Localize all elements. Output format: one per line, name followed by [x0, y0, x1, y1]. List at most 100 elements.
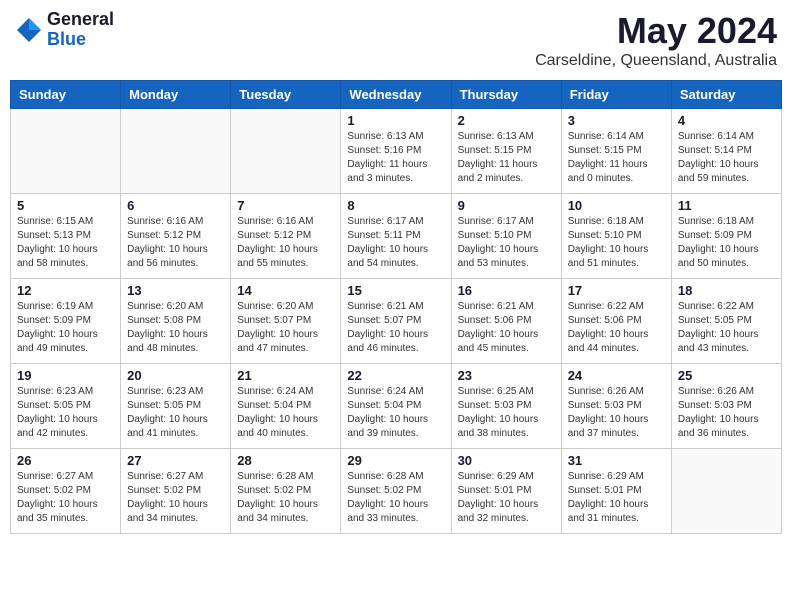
day-info: Sunrise: 6:13 AM Sunset: 5:15 PM Dayligh… — [458, 130, 555, 186]
day-header-thursday: Thursday — [451, 81, 561, 109]
week-row-0: 1 Sunrise: 6:13 AM Sunset: 5:16 PM Daylig… — [11, 109, 782, 194]
day-cell: 15 Sunrise: 6:21 AM Sunset: 5:07 PM Dayli… — [341, 279, 451, 364]
day-info: Sunrise: 6:28 AM Sunset: 5:02 PM Dayligh… — [347, 470, 444, 526]
day-info: Sunrise: 6:19 AM Sunset: 5:09 PM Dayligh… — [17, 300, 114, 356]
day-cell — [121, 109, 231, 194]
day-number: 16 — [458, 283, 555, 298]
day-cell — [11, 109, 121, 194]
day-info: Sunrise: 6:22 AM Sunset: 5:06 PM Dayligh… — [568, 300, 665, 356]
day-number: 11 — [678, 198, 775, 213]
logo-text: General Blue — [47, 10, 114, 50]
day-cell: 14 Sunrise: 6:20 AM Sunset: 5:07 PM Dayli… — [231, 279, 341, 364]
day-cell: 11 Sunrise: 6:18 AM Sunset: 5:09 PM Dayli… — [671, 194, 781, 279]
day-info: Sunrise: 6:26 AM Sunset: 5:03 PM Dayligh… — [678, 385, 775, 441]
day-cell: 20 Sunrise: 6:23 AM Sunset: 5:05 PM Dayli… — [121, 364, 231, 449]
logo-general: General — [47, 10, 114, 30]
day-number: 25 — [678, 368, 775, 383]
day-info: Sunrise: 6:20 AM Sunset: 5:07 PM Dayligh… — [237, 300, 334, 356]
day-info: Sunrise: 6:22 AM Sunset: 5:05 PM Dayligh… — [678, 300, 775, 356]
day-number: 29 — [347, 453, 444, 468]
day-info: Sunrise: 6:14 AM Sunset: 5:15 PM Dayligh… — [568, 130, 665, 186]
day-cell: 17 Sunrise: 6:22 AM Sunset: 5:06 PM Dayli… — [561, 279, 671, 364]
day-number: 20 — [127, 368, 224, 383]
day-info: Sunrise: 6:24 AM Sunset: 5:04 PM Dayligh… — [347, 385, 444, 441]
day-number: 26 — [17, 453, 114, 468]
day-cell: 5Sunrise: 6:15 AM Sunset: 5:13 PM Daylig… — [11, 194, 121, 279]
day-number: 6 — [127, 198, 224, 213]
day-number: 19 — [17, 368, 114, 383]
day-header-monday: Monday — [121, 81, 231, 109]
day-number: 28 — [237, 453, 334, 468]
day-info: Sunrise: 6:29 AM Sunset: 5:01 PM Dayligh… — [458, 470, 555, 526]
day-cell: 7Sunrise: 6:16 AM Sunset: 5:12 PM Daylig… — [231, 194, 341, 279]
day-number: 14 — [237, 283, 334, 298]
day-info: Sunrise: 6:21 AM Sunset: 5:07 PM Dayligh… — [347, 300, 444, 356]
day-info: Sunrise: 6:16 AM Sunset: 5:12 PM Dayligh… — [127, 215, 224, 271]
day-cell: 10Sunrise: 6:18 AM Sunset: 5:10 PM Dayli… — [561, 194, 671, 279]
day-info: Sunrise: 6:28 AM Sunset: 5:02 PM Dayligh… — [237, 470, 334, 526]
day-cell: 26 Sunrise: 6:27 AM Sunset: 5:02 PM Dayli… — [11, 449, 121, 534]
day-number: 12 — [17, 283, 114, 298]
day-number: 8 — [347, 198, 444, 213]
day-info: Sunrise: 6:29 AM Sunset: 5:01 PM Dayligh… — [568, 470, 665, 526]
day-cell: 19 Sunrise: 6:23 AM Sunset: 5:05 PM Dayli… — [11, 364, 121, 449]
day-number: 10 — [568, 198, 665, 213]
calendar-header: SundayMondayTuesdayWednesdayThursdayFrid… — [11, 81, 782, 109]
day-number: 4 — [678, 113, 775, 128]
day-cell: 30Sunrise: 6:29 AM Sunset: 5:01 PM Dayli… — [451, 449, 561, 534]
day-number: 27 — [127, 453, 224, 468]
title-block: May 2024 Carseldine, Queensland, Austral… — [535, 10, 777, 70]
logo-icon — [15, 16, 43, 44]
day-number: 3 — [568, 113, 665, 128]
day-cell: 28 Sunrise: 6:28 AM Sunset: 5:02 PM Dayli… — [231, 449, 341, 534]
day-info: Sunrise: 6:20 AM Sunset: 5:08 PM Dayligh… — [127, 300, 224, 356]
day-cell: 4 Sunrise: 6:14 AM Sunset: 5:14 PM Daylig… — [671, 109, 781, 194]
week-row-2: 12 Sunrise: 6:19 AM Sunset: 5:09 PM Dayli… — [11, 279, 782, 364]
day-cell: 21Sunrise: 6:24 AM Sunset: 5:04 PM Dayli… — [231, 364, 341, 449]
day-cell: 29 Sunrise: 6:28 AM Sunset: 5:02 PM Dayli… — [341, 449, 451, 534]
day-info: Sunrise: 6:27 AM Sunset: 5:02 PM Dayligh… — [127, 470, 224, 526]
day-cell — [671, 449, 781, 534]
day-cell: 8 Sunrise: 6:17 AM Sunset: 5:11 PM Daylig… — [341, 194, 451, 279]
day-info: Sunrise: 6:25 AM Sunset: 5:03 PM Dayligh… — [458, 385, 555, 441]
day-cell: 23 Sunrise: 6:25 AM Sunset: 5:03 PM Dayli… — [451, 364, 561, 449]
day-number: 23 — [458, 368, 555, 383]
week-row-3: 19 Sunrise: 6:23 AM Sunset: 5:05 PM Dayli… — [11, 364, 782, 449]
day-info: Sunrise: 6:21 AM Sunset: 5:06 PM Dayligh… — [458, 300, 555, 356]
day-number: 15 — [347, 283, 444, 298]
day-info: Sunrise: 6:14 AM Sunset: 5:14 PM Dayligh… — [678, 130, 775, 186]
calendar-body: 1 Sunrise: 6:13 AM Sunset: 5:16 PM Daylig… — [11, 109, 782, 534]
day-number: 7 — [237, 198, 334, 213]
day-info: Sunrise: 6:23 AM Sunset: 5:05 PM Dayligh… — [127, 385, 224, 441]
day-info: Sunrise: 6:15 AM Sunset: 5:13 PM Dayligh… — [17, 215, 114, 271]
day-number: 24 — [568, 368, 665, 383]
day-info: Sunrise: 6:18 AM Sunset: 5:09 PM Dayligh… — [678, 215, 775, 271]
month-title: May 2024 — [535, 10, 777, 52]
day-cell: 13Sunrise: 6:20 AM Sunset: 5:08 PM Dayli… — [121, 279, 231, 364]
day-header-friday: Friday — [561, 81, 671, 109]
day-info: Sunrise: 6:13 AM Sunset: 5:16 PM Dayligh… — [347, 130, 444, 186]
day-number: 1 — [347, 113, 444, 128]
page-header: General Blue May 2024 Carseldine, Queens… — [10, 10, 782, 70]
day-number: 18 — [678, 283, 775, 298]
day-info: Sunrise: 6:26 AM Sunset: 5:03 PM Dayligh… — [568, 385, 665, 441]
day-cell: 6 Sunrise: 6:16 AM Sunset: 5:12 PM Daylig… — [121, 194, 231, 279]
day-info: Sunrise: 6:23 AM Sunset: 5:05 PM Dayligh… — [17, 385, 114, 441]
day-cell: 18 Sunrise: 6:22 AM Sunset: 5:05 PM Dayli… — [671, 279, 781, 364]
day-header-tuesday: Tuesday — [231, 81, 341, 109]
day-cell: 24 Sunrise: 6:26 AM Sunset: 5:03 PM Dayli… — [561, 364, 671, 449]
week-row-1: 5Sunrise: 6:15 AM Sunset: 5:13 PM Daylig… — [11, 194, 782, 279]
logo-blue: Blue — [47, 30, 114, 50]
location-title: Carseldine, Queensland, Australia — [535, 52, 777, 70]
day-cell: 25 Sunrise: 6:26 AM Sunset: 5:03 PM Dayli… — [671, 364, 781, 449]
day-info: Sunrise: 6:17 AM Sunset: 5:10 PM Dayligh… — [458, 215, 555, 271]
day-info: Sunrise: 6:24 AM Sunset: 5:04 PM Dayligh… — [237, 385, 334, 441]
day-info: Sunrise: 6:27 AM Sunset: 5:02 PM Dayligh… — [17, 470, 114, 526]
day-header-sunday: Sunday — [11, 81, 121, 109]
day-cell: 27 Sunrise: 6:27 AM Sunset: 5:02 PM Dayli… — [121, 449, 231, 534]
day-cell: 9Sunrise: 6:17 AM Sunset: 5:10 PM Daylig… — [451, 194, 561, 279]
day-info: Sunrise: 6:17 AM Sunset: 5:11 PM Dayligh… — [347, 215, 444, 271]
day-header-saturday: Saturday — [671, 81, 781, 109]
day-number: 17 — [568, 283, 665, 298]
day-number: 22 — [347, 368, 444, 383]
